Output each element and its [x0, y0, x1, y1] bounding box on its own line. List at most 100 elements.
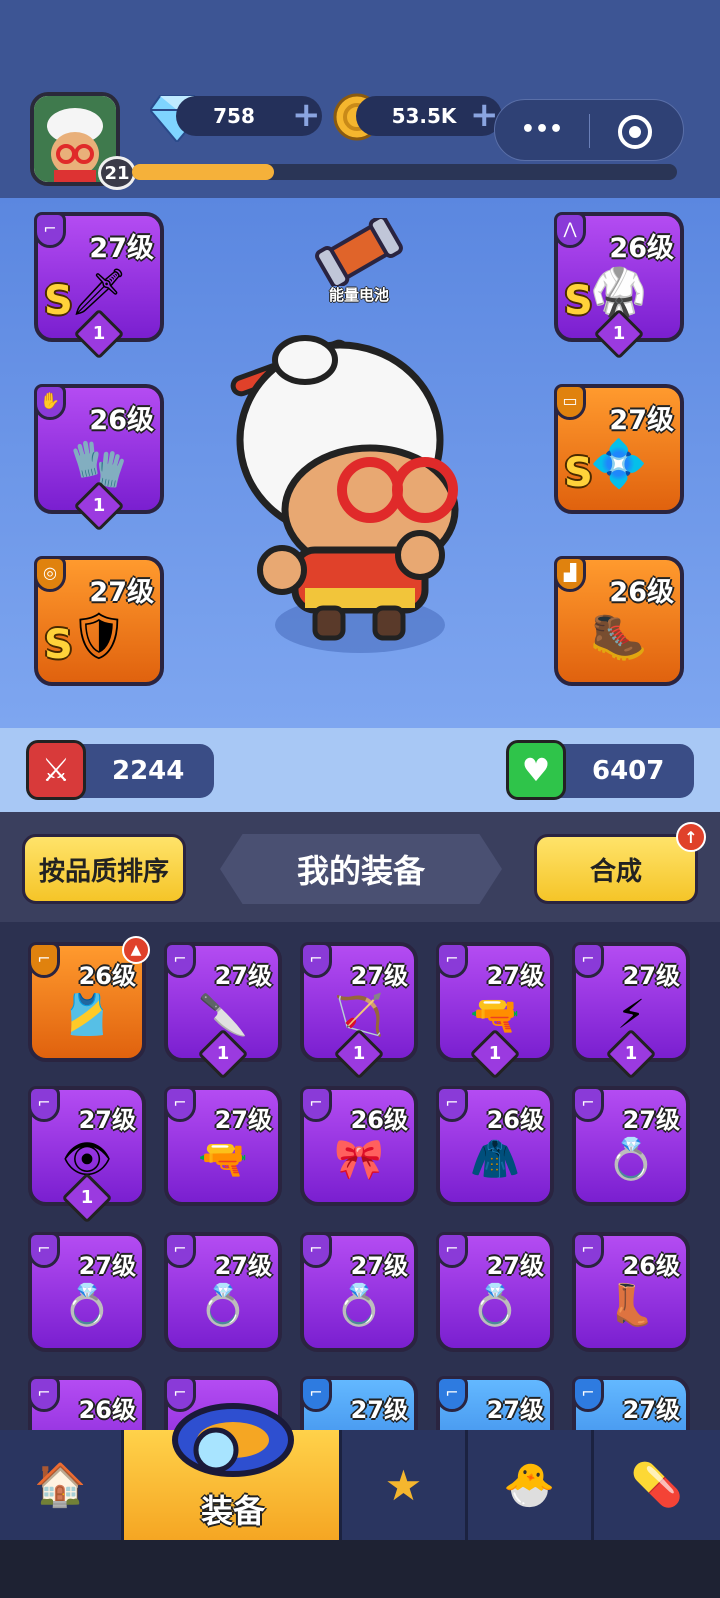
inventory-item[interactable]: ⌐ 27级 🔪 1 — [164, 942, 282, 1080]
inventory-item[interactable]: ⌐ 27级 🏹 1 — [300, 942, 418, 1080]
item-type-icon: ⌐ — [436, 1232, 468, 1268]
gem-count: 758 — [213, 104, 255, 128]
gun-icon: ⌐ — [34, 212, 66, 248]
attack-value: 2244 — [112, 756, 185, 786]
item-type-icon: ⌐ — [28, 1376, 60, 1412]
inventory-item[interactable]: ⌐ 27级 ⚡ 1 — [572, 942, 690, 1080]
grade-label: S — [564, 450, 593, 496]
xp-bar — [132, 164, 677, 180]
item-level: 27级 — [622, 1106, 680, 1134]
boots-slot[interactable]: ▟ 26级 🥾 — [554, 556, 684, 686]
inventory-item[interactable]: ⌐ 27级 🔫 1 — [436, 942, 554, 1080]
grade-label: S — [44, 622, 73, 668]
armor-slot[interactable]: ⋀ 26级 🥋 S 1 — [554, 212, 684, 360]
item-type-icon: ⌐ — [572, 1086, 604, 1122]
item-art-icon: 🧥 — [470, 1136, 520, 1183]
item-level: 26级 — [486, 1106, 544, 1134]
gold-count: 53.5K — [391, 104, 457, 128]
energy-battery-icon[interactable] — [314, 215, 404, 290]
more-menu-button[interactable]: ••• — [517, 112, 567, 148]
weapon-slot[interactable]: ⌐ 27级 🗡 S 1 — [34, 212, 164, 360]
star-count: 1 — [80, 1187, 94, 1208]
item-art-icon: 💍 — [334, 1282, 384, 1329]
inventory-item[interactable]: ⌐ 27级 💍 — [28, 1232, 146, 1352]
inventory-item[interactable]: ⌐ 26级 🎽 ▲ — [28, 936, 150, 1062]
nav-battle[interactable]: ★ — [342, 1430, 468, 1540]
ring-slot[interactable]: ◎ 27级 🛡 S — [34, 556, 164, 686]
item-type-icon: ⌐ — [572, 942, 604, 978]
nav-pet[interactable]: 🐣 — [468, 1430, 594, 1540]
inventory-item[interactable]: ⌐ 27级 💍 — [572, 1086, 690, 1206]
inventory-item[interactable]: ⌐ 27级 💍 — [436, 1232, 554, 1352]
slot-level: 26级 — [89, 405, 154, 436]
close-program-button[interactable] — [615, 112, 655, 156]
slot-level: 26级 — [609, 577, 674, 608]
item-level: 27级 — [214, 1252, 272, 1280]
item-level: 27级 — [486, 1396, 544, 1424]
item-level: 26级 — [350, 1106, 408, 1134]
capsule-icon: 💊 — [630, 1460, 684, 1509]
item-level: 27级 — [78, 1252, 136, 1280]
heart-icon: ♥ — [506, 740, 566, 800]
item-art-icon: 🎀 — [334, 1136, 384, 1183]
item-art-icon: 👢 — [606, 1282, 656, 1329]
inventory-item[interactable]: ⌐ 27级 👁 1 — [28, 1086, 146, 1224]
star-count: 1 — [612, 323, 626, 344]
inventory-item[interactable]: ⌐ 27级 💍 — [164, 1232, 282, 1352]
belt-slot[interactable]: ▭ 27级 💠 S — [554, 384, 684, 514]
inventory-item[interactable]: ⌐ 27级 🔫 — [164, 1086, 282, 1206]
item-level: 27级 — [622, 962, 680, 990]
item-type-icon: ⌐ — [436, 1086, 468, 1122]
item-type-icon: ⌐ — [164, 942, 196, 978]
belt-icon: ▭ — [554, 384, 586, 420]
inventory-item[interactable]: ⌐ 26级 👢 — [572, 1232, 690, 1352]
nav-shop[interactable]: 🏠 — [0, 1430, 124, 1540]
item-type-icon: ⌐ — [300, 1086, 332, 1122]
nav-equipment-label: 装备 — [200, 1492, 265, 1530]
belt-item-icon: 💠 — [590, 436, 648, 491]
hero-character — [220, 320, 500, 664]
nav-capsule[interactable]: 💊 — [594, 1430, 720, 1540]
target-icon — [618, 115, 652, 149]
item-art-icon: 💍 — [62, 1282, 112, 1329]
item-type-icon: ⌐ — [28, 1232, 60, 1268]
inventory-item[interactable]: ⌐ 27级 💍 — [300, 1232, 418, 1352]
item-level: 26级 — [622, 1252, 680, 1280]
gloves-slot[interactable]: ✋ 26级 🧤 1 — [34, 384, 164, 532]
star-count: 1 — [92, 495, 106, 516]
health-value: 6407 — [592, 756, 665, 786]
item-art-icon: 💍 — [198, 1282, 248, 1329]
item-level: 26级 — [78, 1396, 136, 1424]
slot-level: 27级 — [89, 233, 154, 264]
star-count: 1 — [352, 1043, 366, 1064]
xp-fill — [132, 164, 274, 180]
item-level: 27级 — [622, 1396, 680, 1424]
mini-program-capsule: ••• — [494, 99, 684, 161]
inventory-item[interactable]: ⌐ 26级 🧥 — [436, 1086, 554, 1206]
merge-button[interactable]: 合成 — [534, 834, 698, 904]
bottom-safe-area — [0, 1540, 720, 1598]
item-type-icon: ⌐ — [28, 942, 60, 978]
item-art-icon: 🎽 — [62, 992, 112, 1039]
item-level: 27级 — [486, 962, 544, 990]
upgrade-alert-icon: ▲ — [122, 936, 150, 964]
item-type-icon: ⌐ — [164, 1232, 196, 1268]
equipment-icon — [168, 1390, 298, 1490]
item-type-icon: ⌐ — [28, 1086, 60, 1122]
item-type-icon: ⌐ — [300, 1376, 332, 1412]
item-type-icon: ⌐ — [164, 1086, 196, 1122]
slot-level: 27级 — [609, 405, 674, 436]
star-count: 1 — [216, 1043, 230, 1064]
add-gems-button[interactable]: + — [292, 98, 321, 132]
inventory-item[interactable]: ⌐ 26级 🎀 — [300, 1086, 418, 1206]
star-count: 1 — [92, 323, 106, 344]
boots-icon: 🥾 — [590, 608, 648, 663]
sword-icon: ⚔ — [26, 740, 86, 800]
item-type-icon: ⌐ — [300, 1232, 332, 1268]
item-level: 27级 — [350, 1396, 408, 1424]
sort-by-quality-button[interactable]: 按品质排序 — [22, 834, 186, 904]
item-art-icon: 💍 — [606, 1136, 656, 1183]
ring-icon: ◎ — [34, 556, 66, 592]
energy-battery-label: 能量电池 — [328, 286, 389, 304]
ring-item-icon: 🛡 — [69, 608, 129, 663]
